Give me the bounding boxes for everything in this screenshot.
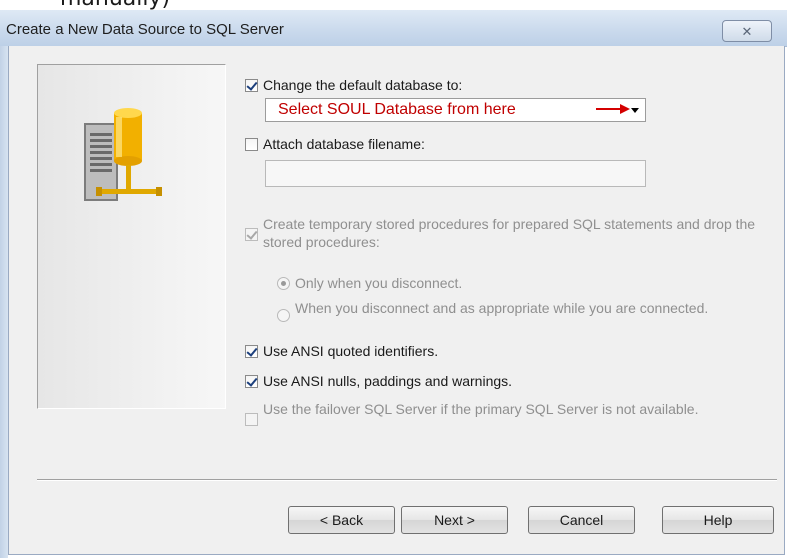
cancel-button-label: Cancel <box>559 512 604 528</box>
radio-disconnect-appropriate[interactable] <box>277 309 290 322</box>
close-button[interactable]: ✕ <box>722 20 772 42</box>
button-separator <box>37 479 777 481</box>
dialog-body: Change the default database to: Select S… <box>8 46 785 555</box>
window-title: Create a New Data Source to SQL Server <box>6 21 284 38</box>
radio-only-disconnect[interactable] <box>277 277 290 290</box>
back-button[interactable]: < Back <box>288 506 395 534</box>
temp-procs-checkbox[interactable] <box>245 228 258 241</box>
help-button[interactable]: Help <box>662 506 774 534</box>
next-button[interactable]: Next > <box>401 506 508 534</box>
radio-disconnect-appropriate-label: When you disconnect and as appropriate w… <box>295 300 709 316</box>
cancel-button[interactable]: Cancel <box>528 506 635 534</box>
help-button-label: Help <box>703 512 733 528</box>
failover-checkbox[interactable] <box>245 413 258 426</box>
window-titlebar[interactable]: Create a New Data Source to SQL Server ✕ <box>0 10 787 47</box>
ansi-quoted-label: Use ANSI quoted identifiers. <box>263 343 439 359</box>
red-arrow-icon <box>596 104 630 114</box>
next-button-label: Next > <box>434 512 475 528</box>
default-database-value: Select SOUL Database from here <box>278 101 516 118</box>
temp-procs-label: Create temporary stored procedures for p… <box>263 216 756 250</box>
attach-filename-input[interactable] <box>265 160 646 187</box>
radio-only-disconnect-label: Only when you disconnect. <box>295 275 463 291</box>
wizard-graphic-panel <box>37 64 226 409</box>
attach-filename-label: Attach database filename: <box>263 136 425 152</box>
change-default-db-label: Change the default database to: <box>263 77 463 93</box>
close-icon: ✕ <box>741 24 753 39</box>
attach-filename-checkbox[interactable] <box>245 138 258 151</box>
chevron-down-icon[interactable] <box>631 108 639 113</box>
ansi-nulls-checkbox[interactable] <box>245 375 258 388</box>
database-server-icon <box>84 108 162 201</box>
window-edge <box>0 46 8 558</box>
ansi-quoted-checkbox[interactable] <box>245 345 258 358</box>
failover-label: Use the failover SQL Server if the prima… <box>263 401 699 417</box>
ansi-nulls-label: Use ANSI nulls, paddings and warnings. <box>263 373 513 389</box>
default-database-combo[interactable]: Select SOUL Database from here <box>265 98 646 122</box>
change-default-db-checkbox[interactable] <box>245 79 258 92</box>
back-button-label: < Back <box>319 512 364 528</box>
